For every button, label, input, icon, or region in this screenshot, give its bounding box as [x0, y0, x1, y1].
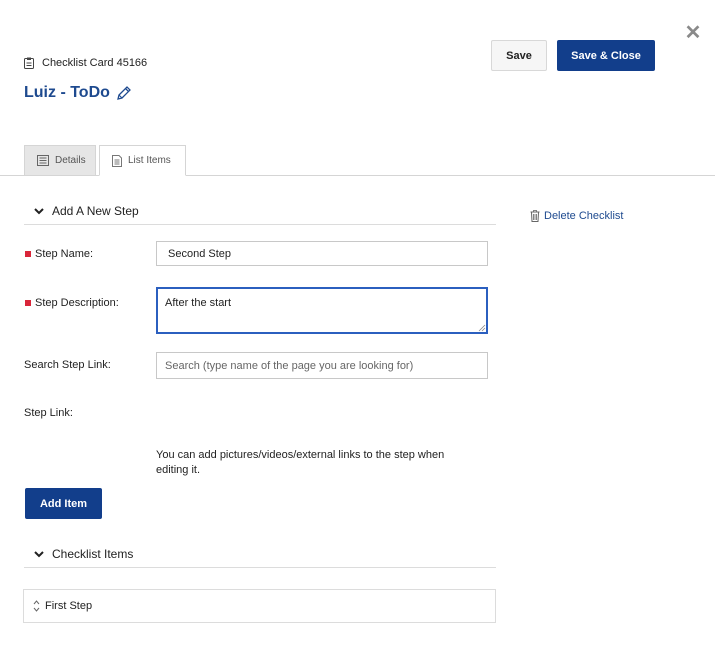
step-name-label-text: Step Name:	[35, 248, 94, 260]
list-item[interactable]: First Step	[23, 589, 496, 623]
close-icon[interactable]: ✕	[682, 22, 704, 44]
step-description-field[interactable]: After the start	[156, 287, 488, 334]
save-button[interactable]: Save	[491, 40, 547, 71]
step-hint-text: You can add pictures/videos/external lin…	[156, 449, 445, 476]
card-label: Checklist Card 45166	[24, 57, 147, 69]
add-new-step-header[interactable]: Add A New Step	[24, 197, 496, 225]
tab-list-items[interactable]: List Items	[99, 145, 186, 176]
card-label-text: Checklist Card 45166	[42, 57, 148, 69]
required-marker	[25, 251, 31, 257]
search-step-link-label: Search Step Link:	[24, 359, 111, 371]
details-icon	[37, 155, 49, 166]
step-name-field[interactable]	[156, 241, 488, 266]
required-marker	[25, 300, 31, 306]
clipboard-icon	[24, 57, 34, 69]
add-new-step-title: Add A New Step	[52, 203, 139, 218]
step-description-label: Step Description:	[24, 297, 119, 309]
trash-icon	[530, 210, 540, 222]
step-link-label-text: Step Link:	[24, 407, 73, 419]
tab-bar: Details List Items	[0, 145, 715, 176]
add-item-button[interactable]: Add Item	[25, 488, 102, 519]
search-step-link-label-text: Search Step Link:	[24, 359, 111, 371]
edit-pencil-icon[interactable]	[116, 85, 132, 101]
search-step-link-input[interactable]	[156, 352, 488, 379]
step-description-label-text: Step Description:	[35, 297, 119, 309]
list-item-label: First Step	[45, 600, 93, 612]
page-title: Luiz - ToDo	[24, 84, 132, 102]
tab-details[interactable]: Details	[24, 145, 96, 175]
list-icon	[112, 154, 122, 167]
delete-checklist-link[interactable]: Delete Checklist	[530, 210, 623, 222]
step-name-label: Step Name:	[24, 248, 93, 260]
chevron-down-icon	[34, 550, 44, 557]
tab-list-items-label: List Items	[128, 155, 171, 166]
checklist-items-header[interactable]: Checklist Items	[24, 540, 496, 568]
drag-handle-icon[interactable]	[33, 600, 40, 612]
checklist-items-title: Checklist Items	[52, 546, 134, 561]
tab-details-label: Details	[55, 155, 86, 166]
save-close-button[interactable]: Save & Close	[557, 40, 655, 71]
page-title-text: Luiz - ToDo	[24, 84, 110, 101]
step-link-label: Step Link:	[24, 407, 73, 419]
chevron-down-icon	[34, 207, 44, 214]
delete-checklist-label: Delete Checklist	[544, 210, 624, 222]
resize-grip-icon[interactable]	[478, 324, 486, 332]
